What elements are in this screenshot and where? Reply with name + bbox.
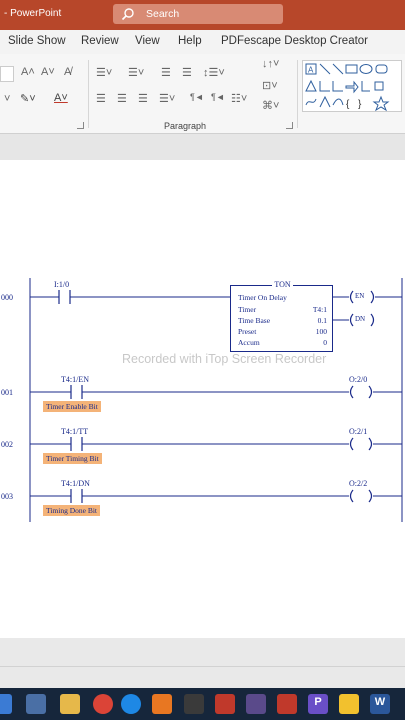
file-explorer-icon[interactable] bbox=[26, 694, 46, 714]
justify-icon[interactable]: ☰˅ bbox=[159, 92, 175, 105]
ladder-diagram bbox=[29, 278, 403, 522]
dn-coil-label: DN bbox=[355, 315, 366, 323]
paragraph-dialog-launcher-icon[interactable] bbox=[286, 122, 293, 129]
ton-preset-label: Preset bbox=[238, 327, 257, 336]
font-color-icon[interactable]: A˅ bbox=[54, 92, 68, 104]
ribbon: A˄ A˅ A̸ ˅ ✎˅ A˅ ☰˅ ☰˅ ☰ ☰ ↕☰˅ ☰ ☰ ☰ ☰˅ … bbox=[0, 54, 405, 134]
divider bbox=[0, 666, 405, 667]
svg-text:{: { bbox=[346, 99, 350, 110]
coil-address: O:2/0 bbox=[349, 375, 368, 384]
decrease-font-icon[interactable]: A˅ bbox=[41, 66, 55, 78]
ton-timer-value: T4:1 bbox=[312, 305, 327, 314]
tab-pdfescape[interactable]: PDFescape Desktop Creator bbox=[221, 35, 368, 47]
rung-number: 002 bbox=[1, 440, 13, 449]
screen-recorder-icon[interactable] bbox=[277, 694, 297, 714]
powerpoint-icon-label: P bbox=[314, 696, 322, 708]
align-center-icon[interactable]: ☰ bbox=[117, 92, 127, 105]
folder-icon[interactable] bbox=[60, 694, 80, 714]
contact-address: T4:1/DN bbox=[61, 479, 90, 488]
coil-address: O:2/2 bbox=[349, 479, 368, 488]
align-right-icon[interactable]: ☰ bbox=[138, 92, 148, 105]
notes-area bbox=[0, 638, 405, 688]
shapes-gallery[interactable]: A { } bbox=[302, 60, 402, 112]
tab-slide-show[interactable]: Slide Show bbox=[8, 35, 66, 47]
rung-number: 000 bbox=[1, 293, 13, 302]
contact-description: Timer Timing Bit bbox=[43, 453, 102, 464]
decrease-indent-icon[interactable]: ☰ bbox=[161, 66, 171, 79]
chevron-down-icon[interactable]: ˅ bbox=[4, 93, 10, 105]
bullets-icon[interactable]: ☰˅ bbox=[96, 66, 112, 79]
align-left-icon[interactable]: ☰ bbox=[96, 92, 106, 105]
acrobat-icon[interactable] bbox=[215, 694, 235, 714]
screen: - PowerPoint Search Slide Show Review Vi… bbox=[0, 0, 405, 720]
contact-description: Timer Enable Bit bbox=[43, 401, 101, 412]
edge-icon[interactable] bbox=[121, 694, 141, 714]
app-icon[interactable] bbox=[246, 694, 266, 714]
highlight-icon[interactable]: ✎˅ bbox=[20, 92, 36, 105]
contact-description: Timing Done Bit bbox=[43, 505, 100, 516]
rung-number: 001 bbox=[1, 388, 13, 397]
ton-timebase-value: 0.1 bbox=[317, 316, 327, 325]
taskbar: P W bbox=[0, 688, 405, 720]
increase-font-icon[interactable]: A˄ bbox=[21, 66, 35, 78]
shapes-gallery-icons: A { } bbox=[305, 63, 390, 112]
increase-indent-icon[interactable]: ☰ bbox=[182, 66, 192, 79]
search-icon bbox=[121, 8, 134, 21]
ton-preset-value: 100 bbox=[315, 327, 327, 336]
ribbon-tabs: Slide Show Review View Help PDFescape De… bbox=[0, 30, 405, 54]
font-size-dropdown[interactable] bbox=[0, 66, 14, 82]
calculator-icon[interactable] bbox=[184, 694, 204, 714]
contact-address: T4:1/EN bbox=[61, 375, 89, 384]
firefox-icon[interactable] bbox=[152, 694, 172, 714]
recorder-watermark: Recorded with iTop Screen Recorder bbox=[122, 352, 327, 366]
ton-timer-label: Timer bbox=[238, 305, 257, 314]
columns-icon[interactable]: ¶◄ bbox=[211, 92, 225, 102]
ton-accum-label: Accum bbox=[238, 338, 260, 347]
tab-help[interactable]: Help bbox=[178, 35, 202, 47]
svg-text:}: } bbox=[358, 99, 362, 110]
ton-subtitle: Timer On Delay bbox=[238, 293, 287, 302]
ton-timebase-label: Time Base bbox=[238, 316, 271, 325]
smartart-icon[interactable]: ⌘˅ bbox=[262, 99, 279, 112]
title-bar: - PowerPoint Search bbox=[0, 0, 405, 30]
columns-dropdown-icon[interactable]: ☷˅ bbox=[231, 92, 247, 105]
font-dialog-launcher-icon[interactable] bbox=[77, 122, 84, 129]
svg-text:A: A bbox=[308, 66, 314, 75]
tab-review[interactable]: Review bbox=[81, 35, 119, 47]
search-box[interactable]: Search bbox=[113, 4, 283, 24]
line-spacing-icon[interactable]: ↕☰˅ bbox=[203, 66, 225, 79]
rung-number: 003 bbox=[1, 492, 13, 501]
slide-pane-gap bbox=[0, 134, 405, 160]
search-placeholder: Search bbox=[146, 8, 180, 20]
chrome-icon[interactable] bbox=[93, 694, 113, 714]
ton-title: TON bbox=[272, 280, 293, 289]
clear-format-icon[interactable]: A̸ bbox=[64, 66, 71, 78]
ton-accum-value: 0 bbox=[323, 338, 327, 347]
text-direction-icon[interactable]: ¶◄ bbox=[190, 92, 204, 102]
text-direction-dropdown-icon[interactable]: ↓↑˅ bbox=[262, 58, 279, 70]
app-icon-2[interactable] bbox=[339, 694, 359, 714]
contact-address: I:1/0 bbox=[54, 280, 70, 289]
group-separator bbox=[297, 60, 298, 128]
en-coil-label: EN bbox=[355, 292, 365, 300]
group-separator bbox=[88, 60, 89, 128]
paragraph-group-label: Paragraph bbox=[164, 121, 207, 131]
app-title: - PowerPoint bbox=[4, 8, 62, 19]
coil-address: O:2/1 bbox=[349, 427, 368, 436]
contact-address: T4:1/TT bbox=[61, 427, 89, 436]
slide-canvas[interactable]: 000 001 002 003 I:1/0 T4:1/EN T4:1/TT T4… bbox=[0, 160, 405, 638]
numbering-icon[interactable]: ☰˅ bbox=[128, 66, 144, 79]
tab-view[interactable]: View bbox=[135, 35, 160, 47]
align-text-icon[interactable]: ⊡˅ bbox=[262, 79, 278, 92]
word-icon-label: W bbox=[374, 696, 386, 708]
start-icon[interactable] bbox=[0, 694, 12, 714]
ton-instruction-block: TON Timer On Delay Timer T4:1 Time Base … bbox=[230, 280, 333, 352]
